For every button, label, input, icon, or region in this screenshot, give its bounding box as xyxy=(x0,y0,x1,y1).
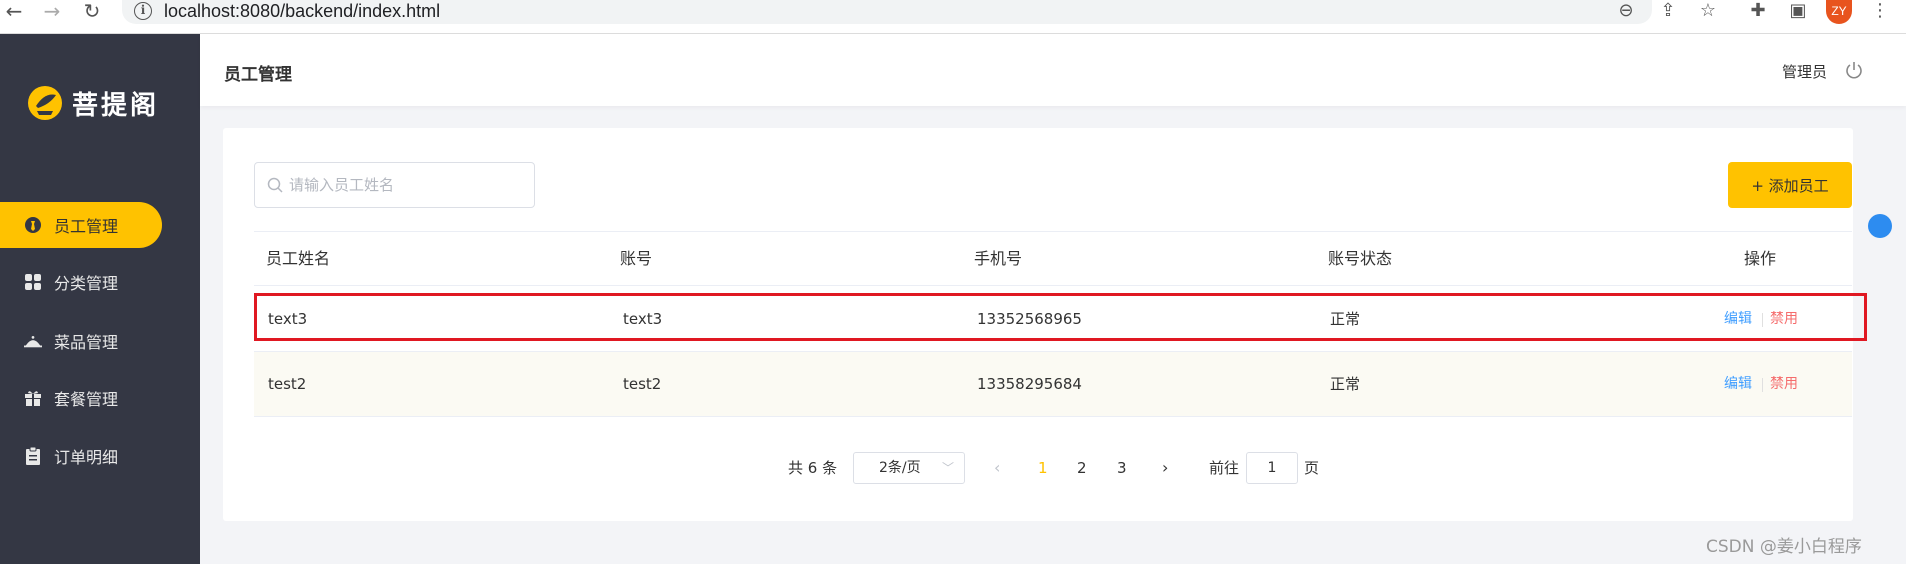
sidebar-item-categories[interactable]: 分类管理 xyxy=(0,259,162,305)
zoom-icon[interactable]: ⊖ xyxy=(1612,0,1640,22)
page-size-value: 2条/页 xyxy=(879,460,921,476)
logo-text: 菩提阁 xyxy=(72,90,160,121)
goto-page-input[interactable] xyxy=(1246,452,1298,484)
page-3[interactable]: 3 xyxy=(1117,452,1127,484)
user-name: 管理员 xyxy=(1782,63,1828,81)
browser-toolbar: ← → ↻ i localhost:8080/backend/index.htm… xyxy=(0,0,1906,34)
pagination-total: 共 6 条 xyxy=(788,459,838,477)
menu-icon[interactable]: ⋮ xyxy=(1866,0,1894,22)
category-icon xyxy=(24,273,42,291)
logo-icon xyxy=(28,86,62,120)
watermark: CSDN @姜小白程序 xyxy=(1706,537,1862,557)
sidebar-item-label: 菜品管理 xyxy=(54,333,119,352)
star-icon[interactable]: ☆ xyxy=(1694,0,1722,22)
profile-avatar[interactable]: ZY xyxy=(1826,0,1852,24)
search-icon xyxy=(267,177,283,193)
chevron-down-icon: ﹀ xyxy=(941,461,954,475)
power-logout-icon[interactable] xyxy=(1844,60,1864,80)
disable-link[interactable]: 禁用 xyxy=(1770,352,1798,417)
employee-icon xyxy=(24,216,42,234)
cell-name: test2 xyxy=(268,375,307,393)
table-row: test2 test2 13358295684 正常 编辑 禁用 xyxy=(254,352,1852,417)
column-header-phone: 手机号 xyxy=(974,249,1023,268)
next-page-icon[interactable]: › xyxy=(1162,452,1168,484)
page-title: 员工管理 xyxy=(224,65,292,85)
page-2[interactable]: 2 xyxy=(1077,452,1087,484)
address-bar[interactable]: i localhost:8080/backend/index.html xyxy=(122,0,1652,24)
page-1[interactable]: 1 xyxy=(1038,452,1048,484)
search-box[interactable] xyxy=(254,162,535,208)
top-header: 员工管理 管理员 xyxy=(200,34,1906,106)
action-separator xyxy=(1762,378,1763,392)
sidebar-item-label: 套餐管理 xyxy=(54,390,119,409)
sidebar-item-label: 员工管理 xyxy=(54,217,119,236)
cell-status: 正常 xyxy=(1330,375,1361,393)
sidebar-item-label: 订单明细 xyxy=(54,448,119,467)
add-employee-button[interactable]: + 添加员工 xyxy=(1728,162,1852,208)
extension-icon[interactable]: ✚ xyxy=(1744,0,1772,22)
url-text[interactable]: localhost:8080/backend/index.html xyxy=(164,0,440,22)
sidebar: 菩提阁 员工管理 分类管理 菜品管理 套餐管理 订单明细 xyxy=(0,34,200,564)
sidepanel-icon[interactable]: ▣ xyxy=(1784,0,1812,22)
table-header: 员工姓名 账号 手机号 账号状态 操作 xyxy=(254,231,1852,286)
back-icon[interactable]: ← xyxy=(0,0,28,22)
column-header-account: 账号 xyxy=(620,249,653,268)
column-header-actions: 操作 xyxy=(1744,249,1777,268)
column-header-status: 账号状态 xyxy=(1328,249,1393,268)
sidebar-item-dishes[interactable]: 菜品管理 xyxy=(0,318,162,364)
sidebar-item-combos[interactable]: 套餐管理 xyxy=(0,375,162,421)
share-icon[interactable]: ⇪ xyxy=(1654,0,1682,22)
cell-phone: 13358295684 xyxy=(977,375,1082,393)
order-clipboard-icon xyxy=(24,447,42,465)
prev-page-icon[interactable]: ‹ xyxy=(994,452,1000,484)
cell-account: test2 xyxy=(623,375,662,393)
sidebar-item-employees[interactable]: 员工管理 xyxy=(0,202,162,248)
dish-icon xyxy=(24,332,42,350)
search-input[interactable] xyxy=(289,163,529,207)
combo-gift-icon xyxy=(24,389,42,407)
annotation-highlight-box xyxy=(254,293,1867,341)
forward-icon[interactable]: → xyxy=(38,0,66,22)
page-suffix: 页 xyxy=(1304,459,1320,477)
edit-link[interactable]: 编辑 xyxy=(1724,352,1752,417)
site-info-icon[interactable]: i xyxy=(134,2,152,20)
sidebar-item-orders[interactable]: 订单明细 xyxy=(0,433,162,479)
sidebar-item-label: 分类管理 xyxy=(54,274,119,293)
page-size-select[interactable]: 2条/页 ﹀ xyxy=(853,452,965,484)
reload-icon[interactable]: ↻ xyxy=(78,0,106,22)
goto-label: 前往 xyxy=(1209,459,1240,477)
floating-assistant-icon[interactable] xyxy=(1868,214,1892,238)
column-header-name: 员工姓名 xyxy=(266,249,331,268)
logo: 菩提阁 xyxy=(26,84,159,122)
